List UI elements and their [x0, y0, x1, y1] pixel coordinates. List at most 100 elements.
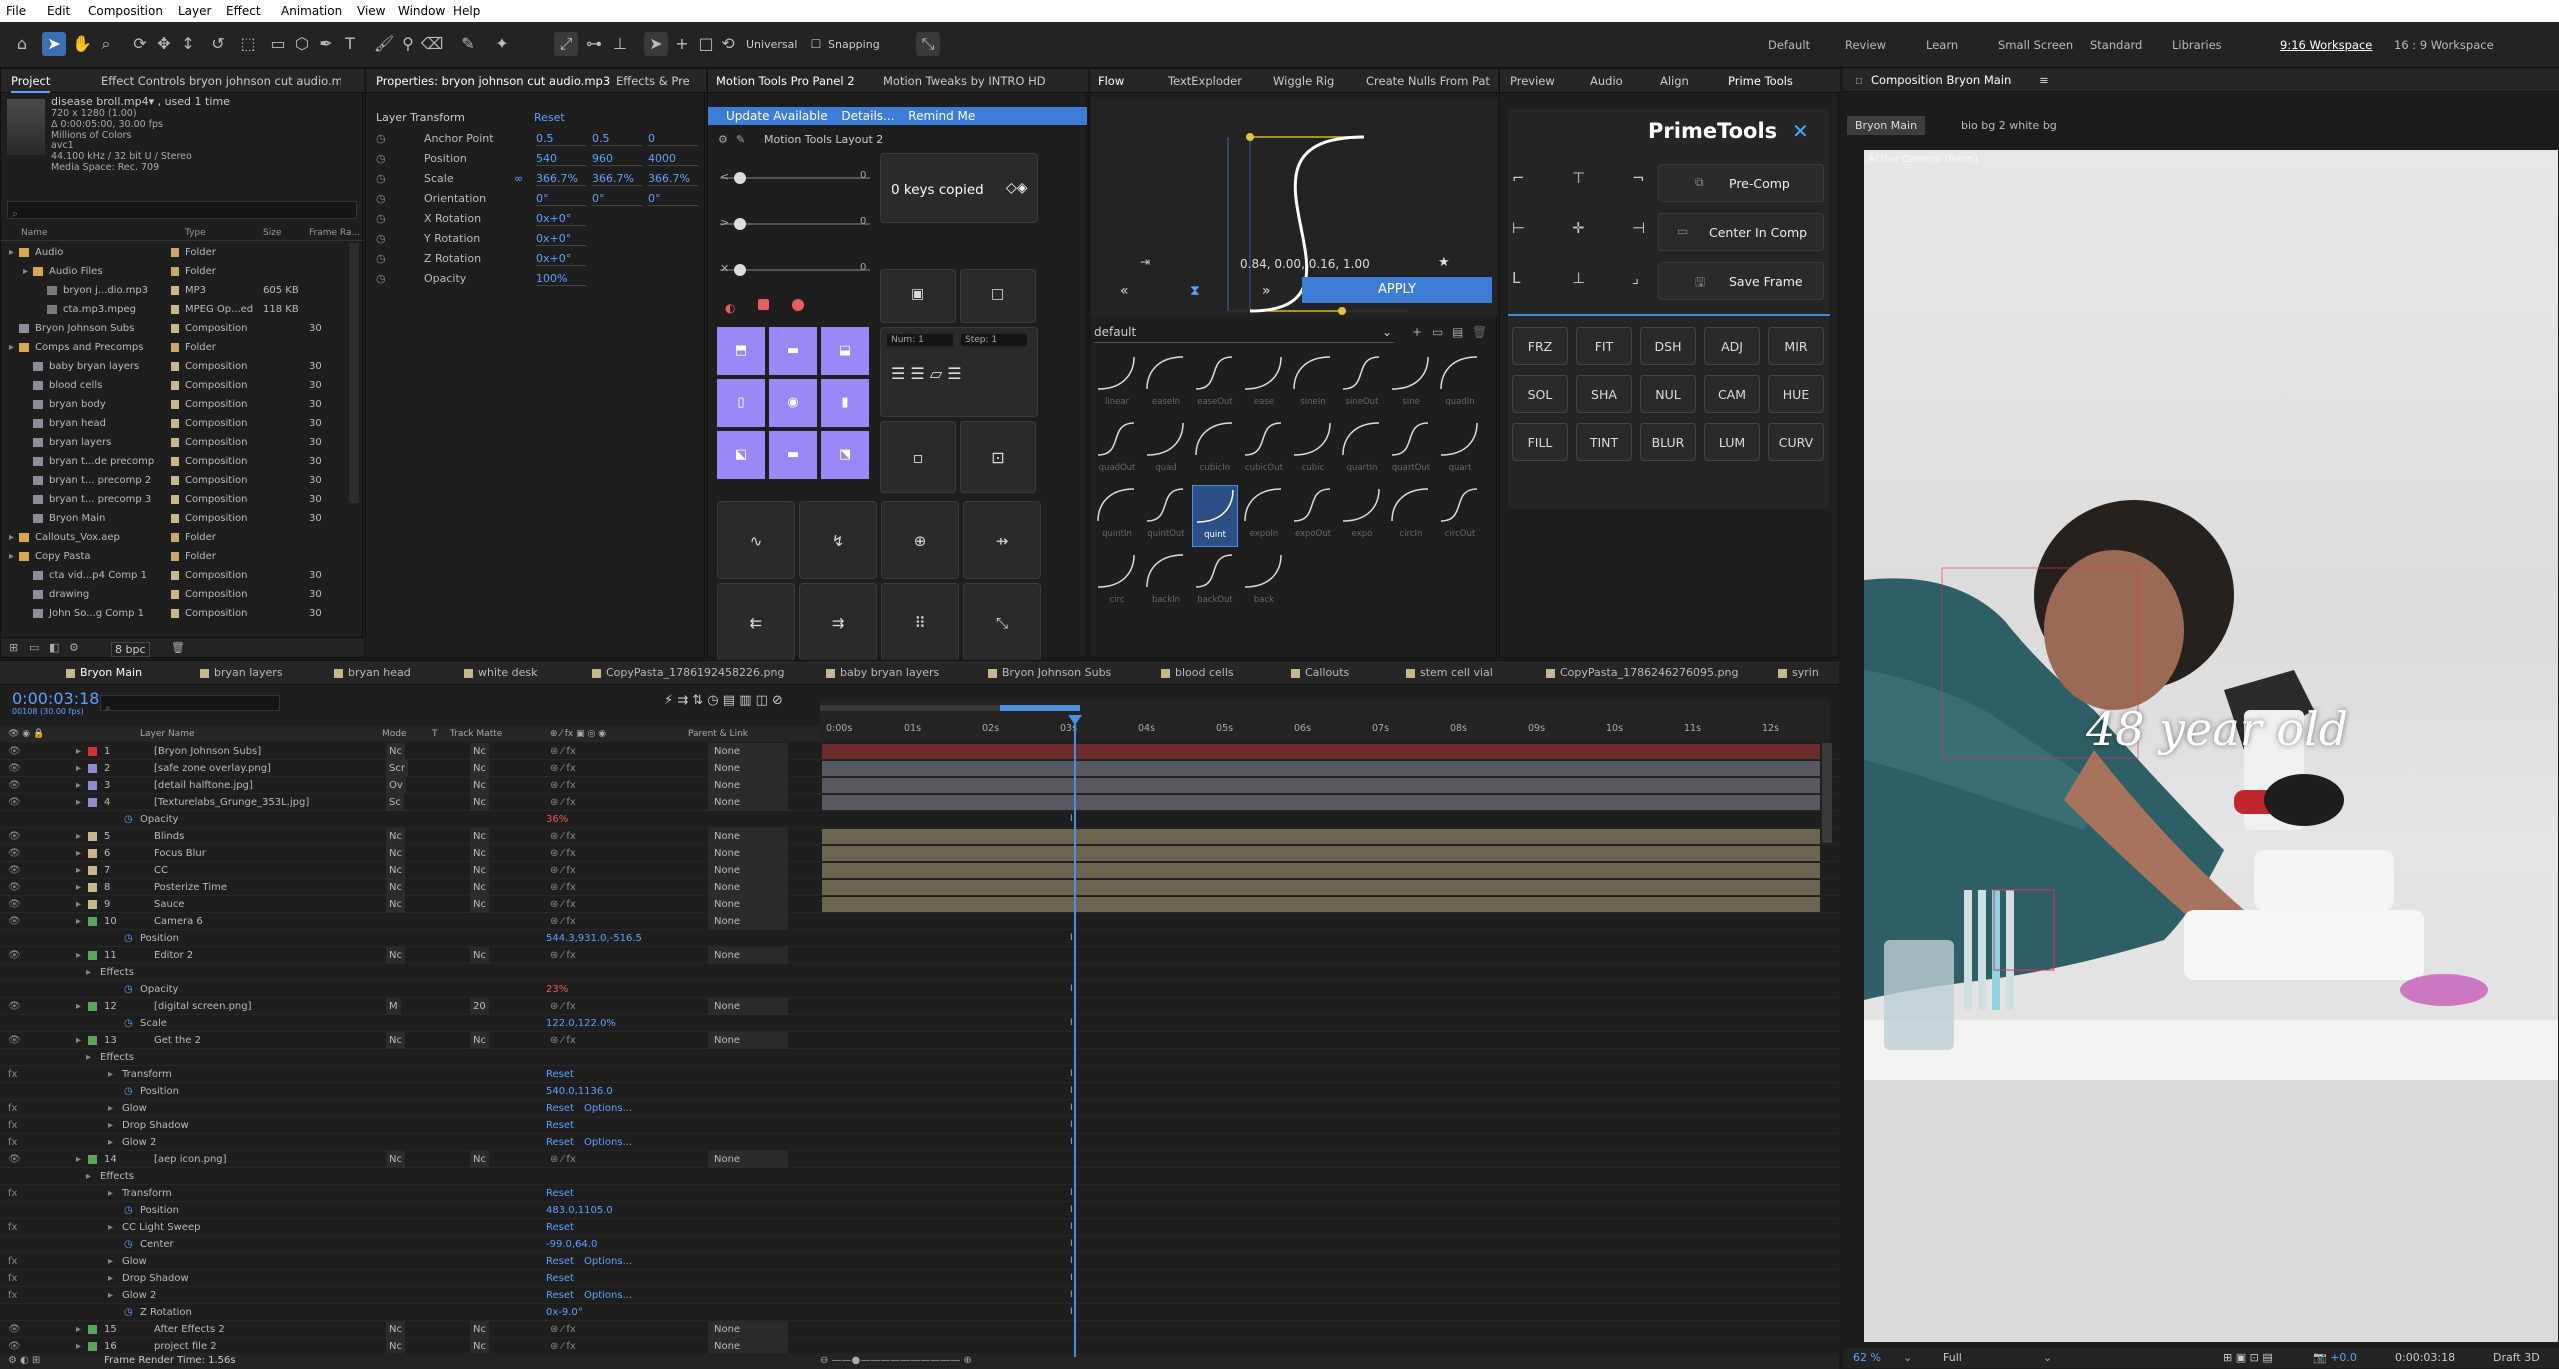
menu-composition[interactable]: Composition — [88, 4, 163, 18]
timeline-row-group[interactable]: ▸ Effects — [0, 1049, 1839, 1066]
layer-name[interactable]: Focus Blur — [154, 845, 206, 862]
brush-tool-icon[interactable]: 🖌 — [372, 32, 396, 56]
lock-icon[interactable]: ▫ — [1855, 68, 1863, 92]
slider-handle-1[interactable] — [734, 172, 746, 184]
layer-name[interactable]: Camera 6 — [154, 913, 203, 930]
motion-tool-button-1-1[interactable]: ⇉ — [799, 583, 877, 661]
visibility-eye-icon[interactable]: 👁 — [8, 760, 21, 777]
property-value[interactable]: -99.0,64.0 — [546, 1236, 597, 1253]
track-matte-select[interactable]: Nc — [470, 777, 489, 794]
blend-mode-select[interactable]: Nc — [386, 862, 405, 879]
project-item[interactable]: ▸ Callouts_Vox.aep Folder — [1, 528, 351, 547]
next-icon[interactable]: » — [1262, 283, 1271, 299]
layer-name[interactable]: Editor 2 — [154, 947, 193, 964]
label-color[interactable] — [171, 286, 179, 295]
parent-select[interactable]: None — [708, 896, 788, 913]
curve-preset-cubicIn[interactable]: cubicIn — [1192, 419, 1238, 481]
workspace-7[interactable]: 16 : 9 Workspace — [2394, 38, 2494, 52]
curve-preset-quintIn[interactable]: quintIn — [1094, 485, 1140, 547]
stopwatch-icon[interactable]: ◷ — [124, 1236, 133, 1253]
curve-preset-circIn[interactable]: circIn — [1388, 485, 1434, 547]
precomp-button[interactable]: ⧉ Pre-Comp — [1658, 164, 1824, 202]
keyframe-marker[interactable]: I — [1070, 1066, 1073, 1083]
anchor-tool-icon[interactable]: ⬚ — [236, 32, 260, 56]
curve-preset-ease[interactable]: ease — [1241, 353, 1287, 415]
tab-timeline-6[interactable]: Bryon Johnson Subs — [1002, 661, 1111, 685]
timeline-row-fx[interactable]: Ifx ▸ CC Light Sweep Reset — [0, 1219, 1839, 1236]
bpc-label[interactable]: 8 bpc — [111, 642, 150, 657]
project-item[interactable]: Bryon Johnson Subs Composition 30 — [1, 319, 351, 338]
home-icon[interactable]: ⌂ — [10, 32, 34, 56]
property-value[interactable]: Reset — [546, 1287, 574, 1304]
curve-preset-expoIn[interactable]: expoIn — [1241, 485, 1287, 547]
curve-preset-circOut[interactable]: circOut — [1437, 485, 1483, 547]
label-color[interactable] — [171, 571, 179, 580]
universal-icon[interactable]: ⟲ — [716, 32, 740, 56]
track-matte-select[interactable]: Nc — [470, 743, 489, 760]
keys-copied-box[interactable]: 0 keys copied ◇◈ — [880, 153, 1038, 223]
tab-flow-2[interactable]: Wiggle Rig — [1273, 69, 1334, 93]
crumb-bio-bg[interactable]: bio bg 2 white bg — [1961, 119, 2057, 132]
label-color[interactable] — [171, 324, 179, 333]
rotate-tool-icon[interactable]: ↺ — [206, 32, 230, 56]
workspace-3[interactable]: Small Screen — [1998, 38, 2073, 52]
switch-icons[interactable]: ⊛ ⁄ fx — [550, 896, 576, 913]
layer-track-bar[interactable] — [822, 778, 1820, 793]
stopwatch-icon[interactable]: ◷ — [376, 212, 386, 225]
folder-icon[interactable]: ▭ — [1432, 325, 1443, 339]
align-anchor-2-icon[interactable]: ¬ — [1632, 169, 1645, 187]
keyframe-marker[interactable]: I — [1070, 1100, 1073, 1117]
zoom-level[interactable]: 62 % — [1853, 1351, 1881, 1364]
label-color[interactable] — [88, 1325, 97, 1334]
expand-icon[interactable]: ▸ — [86, 964, 91, 981]
label-color[interactable] — [88, 900, 97, 909]
settings-icon[interactable]: ⚙ — [69, 641, 79, 654]
copy-keys-icon[interactable]: ◇◈ — [1006, 180, 1028, 196]
tab-flow-1[interactable]: TextExploder — [1168, 69, 1242, 93]
anchor-cell-3[interactable]: ▯ — [717, 379, 765, 427]
label-color[interactable] — [88, 747, 97, 756]
property-value[interactable]: 540 — [536, 152, 586, 166]
stopwatch-icon[interactable]: ◷ — [376, 132, 386, 145]
expand-icon[interactable]: ▸ — [9, 528, 14, 547]
blend-mode-select[interactable]: Nc — [386, 743, 405, 760]
align-anchor-0-icon[interactable]: ⌐ — [1512, 169, 1525, 187]
prime-button-mir[interactable]: MIR — [1768, 327, 1824, 365]
gear-icon[interactable]: ⚙ — [718, 133, 728, 146]
expand-icon[interactable]: ▸ — [9, 338, 14, 357]
project-item[interactable]: bryon j...dio.mp3 MP3 605 KB — [1, 281, 351, 300]
viewer-time[interactable]: 0:00:03:18 — [2395, 1351, 2455, 1364]
property-value[interactable]: Reset — [546, 1100, 574, 1117]
keyframe-marker[interactable]: I — [1070, 1202, 1073, 1219]
expand-icon[interactable]: ▸ — [76, 845, 81, 862]
curve-preset-backOut[interactable]: backOut — [1192, 551, 1238, 613]
step-field[interactable]: Step: 1 — [961, 334, 1027, 346]
prime-button-dsh[interactable]: DSH — [1640, 327, 1696, 365]
motion-tool-button-0-2[interactable]: ⊕ — [881, 501, 959, 579]
timeline-row-group[interactable]: ▸ Effects — [0, 964, 1839, 981]
label-color[interactable] — [171, 457, 179, 466]
parent-select[interactable]: None — [708, 760, 788, 777]
anchor-center-button[interactable]: ⊡ — [960, 421, 1036, 493]
tab-motion-tools[interactable]: Motion Tools Pro Panel 2 — [716, 69, 855, 93]
tab-properties[interactable]: Properties: bryon johnson cut audio.mp3 — [376, 69, 610, 93]
label-color[interactable] — [171, 400, 179, 409]
tab-flow-3[interactable]: Create Nulls From Pat — [1366, 69, 1490, 93]
project-item[interactable]: bryan t...de precomp Composition 30 — [1, 452, 351, 471]
menu-view[interactable]: View — [357, 4, 385, 18]
parent-select[interactable]: None — [708, 998, 788, 1015]
link-icon[interactable]: ∞ — [514, 172, 523, 185]
timeline-row-fx[interactable]: Ifx ▸ Glow Reset Options... — [0, 1253, 1839, 1270]
layer-track-bar[interactable] — [822, 829, 1820, 844]
timeline-row-layer[interactable]: 👁 ▸ 15 After Effects 2 Nc Nc ⊛ ⁄ fx None — [0, 1321, 1839, 1338]
tab-prime-0[interactable]: Preview — [1510, 69, 1555, 93]
label-color[interactable] — [88, 798, 97, 807]
snap-icon[interactable]: ⊶ — [582, 32, 606, 56]
project-search[interactable]: ⌕ — [7, 201, 357, 220]
property-value[interactable]: 0° — [648, 192, 698, 206]
label-color[interactable] — [171, 514, 179, 523]
switch-icons[interactable]: ⊛ ⁄ fx — [550, 794, 576, 811]
property-value[interactable]: 0.5 — [536, 132, 586, 146]
menu-animation[interactable]: Animation — [281, 4, 342, 18]
tab-composition[interactable]: Composition Bryon Main — [1871, 68, 2011, 92]
